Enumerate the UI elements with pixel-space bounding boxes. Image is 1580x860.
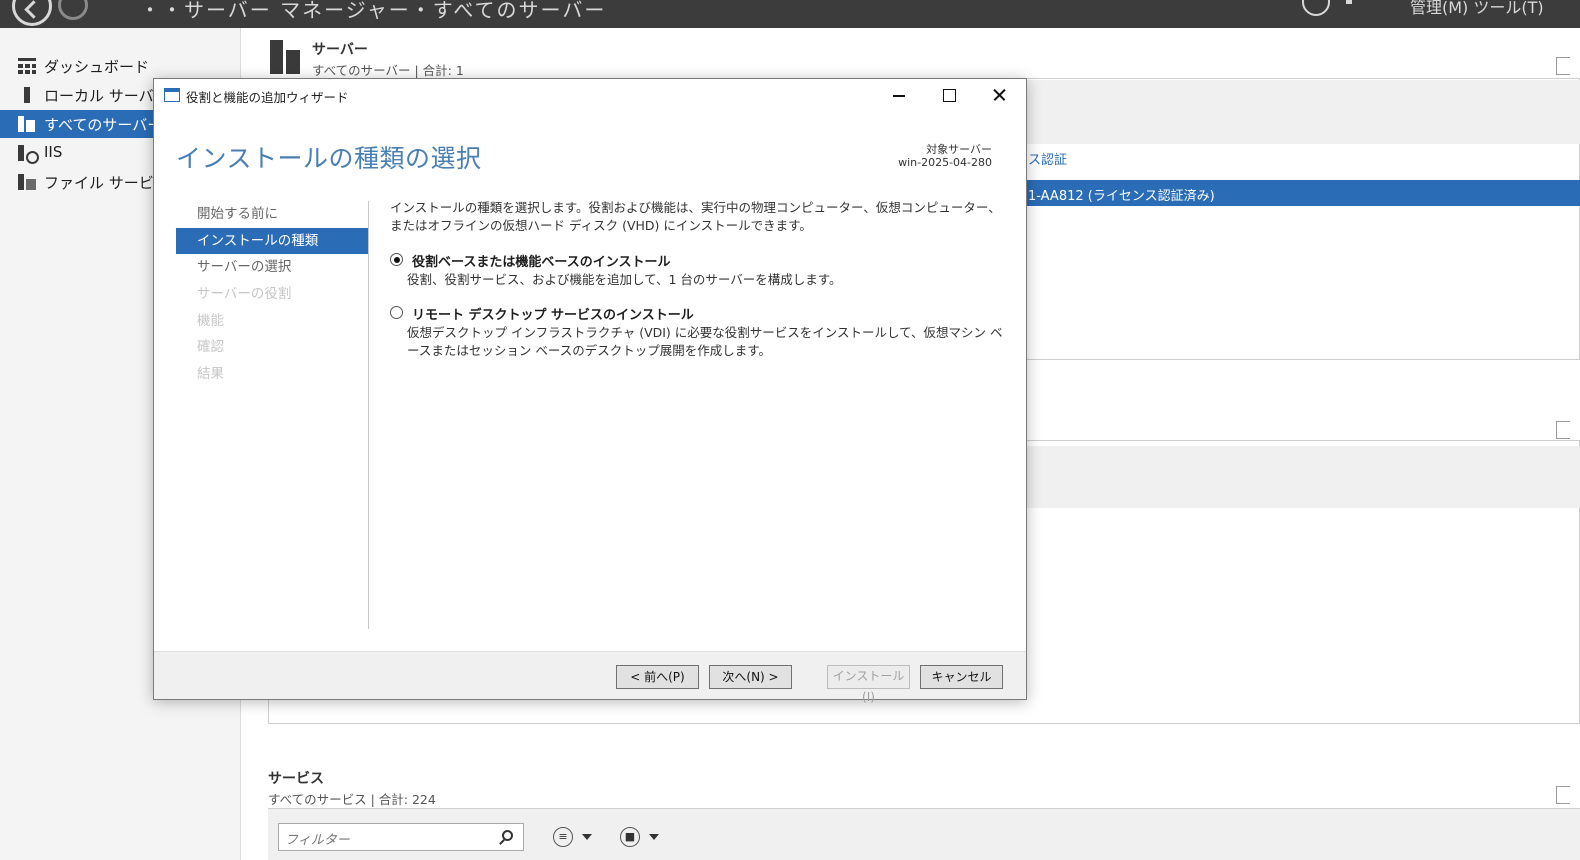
search-icon[interactable] <box>502 830 513 841</box>
installation-type-description: インストールの種類を選択します。役割および機能は、実行中の物理コンピューター、仮… <box>390 200 1001 233</box>
step-server-roles: サーバーの役割 <box>197 286 292 303</box>
previous-button[interactable]: < 前へ(P) <box>616 665 699 689</box>
table-row-selected[interactable]: 1-AA812 (ライセンス認証済み) <box>1026 180 1580 206</box>
install-button: インストール(I) <box>827 665 910 704</box>
remote-desktop-radio[interactable] <box>390 306 403 319</box>
back-icon[interactable] <box>12 0 52 26</box>
chevron-down-icon[interactable] <box>582 834 592 840</box>
server-manager-topbar: ・・サーバー マネージャー・すべてのサーバー 管理(M) ツール(T) <box>0 0 1580 28</box>
dialog-titlebar[interactable]: 役割と機能の追加ウィザード <box>154 79 1026 111</box>
page-title: インストールの種類の選択 <box>176 144 482 173</box>
servers-icon <box>270 40 302 74</box>
list-options-icon[interactable]: ≡ <box>553 827 573 847</box>
sidebar-item-label: すべてのサーバー <box>44 116 163 134</box>
sidebar-item-dashboard[interactable]: ダッシュボード <box>0 52 241 80</box>
step-confirmation: 確認 <box>197 339 224 356</box>
option-description: 役割、役割サービス、および機能を追加して、1 台のサーバーを構成します。 <box>407 272 842 287</box>
breadcrumb: ・・サーバー マネージャー・すべてのサーバー <box>140 0 607 22</box>
next-button[interactable]: 次へ(N) > <box>709 665 792 689</box>
servers-section-title: サーバー <box>312 42 368 58</box>
tasks-dropdown-button[interactable] <box>1556 786 1570 804</box>
option-label[interactable]: リモート デスクトップ サービスのインストール <box>412 304 694 323</box>
sidebar-item-label: ダッシュボード <box>44 58 150 76</box>
maximize-icon[interactable] <box>924 79 974 111</box>
step-server-selection[interactable]: サーバーの選択 <box>176 254 368 281</box>
target-server-value: win-2025-04-280 <box>898 156 992 169</box>
wizard-content: インストールの種類を選択します。役割および機能は、実行中の物理コンピューター、仮… <box>390 199 1010 358</box>
forward-icon[interactable] <box>58 0 88 20</box>
wizard-app-icon <box>164 88 180 102</box>
chevron-down-icon[interactable] <box>649 834 659 840</box>
tasks-dropdown-button[interactable] <box>1556 57 1570 75</box>
target-server-label: 対象サーバー <box>926 143 992 156</box>
minimize-icon[interactable] <box>874 79 924 111</box>
option-label[interactable]: 役割ベースまたは機能ベースのインストール <box>412 251 670 270</box>
step-before-you-begin[interactable]: 開始する前に <box>176 201 368 228</box>
filter-placeholder: フィルター <box>285 833 350 848</box>
step-results: 結果 <box>197 366 224 383</box>
refresh-icon[interactable] <box>1302 0 1330 16</box>
step-installation-type[interactable]: インストールの種類 <box>176 227 368 255</box>
all-servers-icon <box>18 116 36 132</box>
sidebar-item-label: ローカル サーバー <box>44 87 169 105</box>
events-filter-area <box>1026 446 1580 508</box>
servers-filter-area <box>1026 80 1580 144</box>
sidebar-item-label: IIS <box>44 143 63 161</box>
notifications-flag-icon[interactable] <box>1346 0 1352 4</box>
role-based-radio[interactable] <box>390 253 403 266</box>
option-description: 仮想デスクトップ インフラストラクチャ (VDI) に必要な役割サービスをインス… <box>407 325 1003 358</box>
services-section-title: サービス <box>268 771 324 787</box>
dialog-footer: < 前へ(P) 次へ(N) > インストール(I) キャンセル <box>154 651 1026 704</box>
save-query-icon[interactable]: ■ <box>620 827 640 847</box>
file-services-icon <box>18 174 36 190</box>
close-icon[interactable] <box>974 79 1024 111</box>
tasks-dropdown-button[interactable] <box>1556 421 1570 439</box>
dashboard-icon <box>18 58 36 74</box>
wizard-steps: 開始する前に インストールの種類 サーバーの選択 サーバーの役割 機能 確認 結… <box>176 201 368 388</box>
services-section-subtitle: すべてのサービス | 合計: 224 <box>268 792 436 807</box>
services-filter-input[interactable]: フィルター <box>278 823 524 851</box>
cancel-button[interactable]: キャンセル <box>920 665 1003 689</box>
activation-column-link[interactable]: ス認証 <box>1028 149 1067 168</box>
iis-icon <box>18 145 39 164</box>
steps-divider <box>368 201 369 629</box>
dialog-title: 役割と機能の追加ウィザード <box>186 90 349 105</box>
add-roles-wizard-dialog: 役割と機能の追加ウィザード インストールの種類の選択 対象サーバー win-20… <box>153 78 1027 704</box>
local-server-icon <box>18 87 36 103</box>
top-menu[interactable]: 管理(M) ツール(T) <box>1410 0 1544 18</box>
step-features: 機能 <box>197 312 224 329</box>
servers-section-subtitle: すべてのサーバー | 合計: 1 <box>312 63 464 78</box>
